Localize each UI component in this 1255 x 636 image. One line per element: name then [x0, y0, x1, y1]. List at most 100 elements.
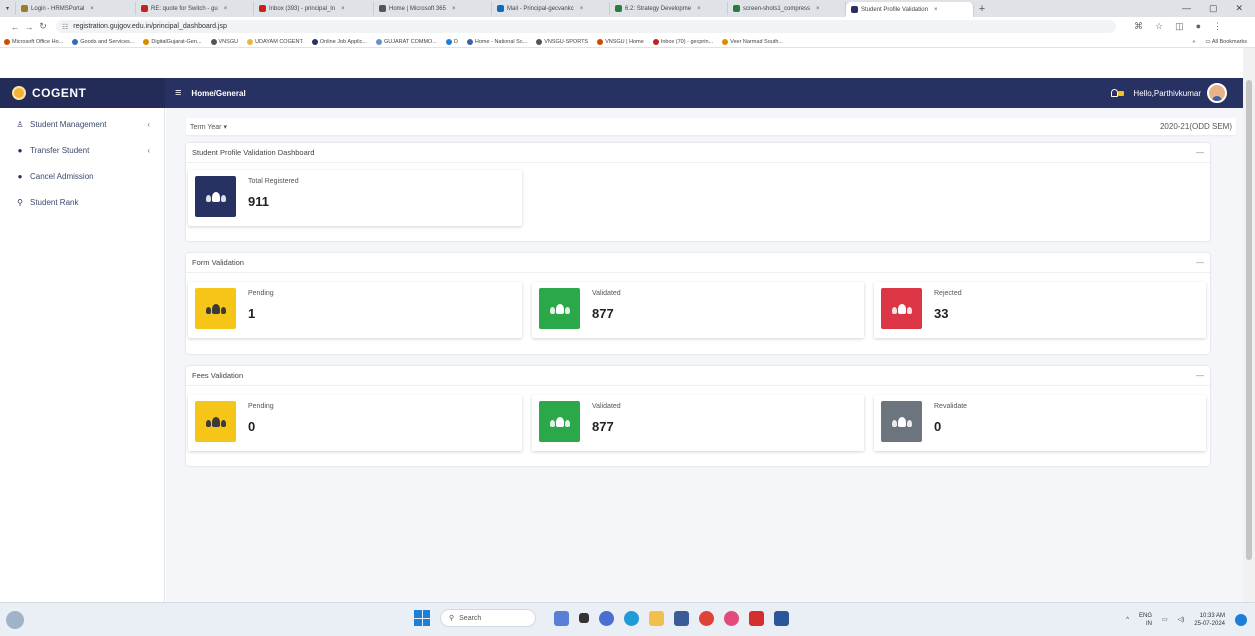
stat-value: 877: [592, 306, 614, 321]
search-icon: ⚲: [449, 615, 455, 622]
copilot-icon[interactable]: [554, 610, 569, 626]
volume-icon[interactable]: ◁): [1178, 616, 1185, 623]
address-bar[interactable]: ☷ registration.gujgov.edu.in/principal_d…: [56, 20, 1116, 33]
browser-tab[interactable]: screen-shots1_compress ×: [728, 2, 847, 15]
chat-icon[interactable]: [599, 610, 614, 626]
bookmark-item[interactable]: Goods and Services...: [72, 38, 134, 45]
edge-icon[interactable]: [624, 610, 639, 626]
sidebar: ♙ Student Management ‹ ● Transfer Studen…: [0, 108, 165, 602]
close-icon[interactable]: ×: [452, 6, 456, 12]
user-greeting[interactable]: Hello,Parthivkumar: [1133, 89, 1201, 98]
bookmark-item[interactable]: Veer Narmad South...: [722, 38, 783, 45]
hamburger-menu-icon[interactable]: ≡: [175, 87, 181, 99]
more-bookmarks-icon[interactable]: »: [1192, 39, 1195, 45]
browser-tab[interactable]: Login - HRMSPortal ×: [16, 2, 137, 15]
new-tab-icon[interactable]: +: [974, 3, 990, 15]
minimize-icon[interactable]: —: [1182, 3, 1191, 14]
reload-icon[interactable]: ↻: [36, 21, 50, 32]
notification-center-icon[interactable]: [1235, 613, 1247, 626]
network-icon[interactable]: ▭: [1162, 616, 1168, 623]
bookmark-item[interactable]: VNSGU: [210, 38, 238, 45]
sidebar-item-transfer-student[interactable]: ● Transfer Student ‹: [0, 137, 164, 163]
tab-favicon: [259, 5, 267, 12]
browser-tab[interactable]: Mail - Principal-gecvankc ×: [492, 2, 611, 15]
users-icon: [195, 176, 236, 217]
stat-box-form-rejected: Rejected 33: [874, 282, 1206, 338]
browser-menu-icon[interactable]: ▾: [0, 2, 17, 15]
weather-widget-icon[interactable]: [6, 610, 24, 629]
browser-tab[interactable]: RE: quote for Switch - gu ×: [136, 2, 255, 15]
brand[interactable]: COGENT: [0, 78, 165, 108]
close-icon[interactable]: ×: [934, 7, 938, 13]
bookmark-item[interactable]: VNSGU | Home: [597, 38, 644, 45]
language-indicator[interactable]: ENG IN: [1139, 612, 1152, 628]
bookmark-item[interactable]: D: [445, 38, 458, 45]
kebab-menu-icon[interactable]: ⋮: [1213, 21, 1222, 32]
close-icon[interactable]: ×: [580, 6, 584, 12]
collapse-icon[interactable]: —: [1196, 148, 1204, 157]
collapse-icon[interactable]: —: [1196, 371, 1204, 380]
taskbar-search[interactable]: ⚲ Search: [440, 609, 536, 627]
windows-start-icon[interactable]: [414, 610, 430, 626]
bookmark-item[interactable]: VNSGU-SPORTS: [536, 38, 588, 45]
bookmark-star-icon[interactable]: ☆: [1155, 21, 1163, 32]
close-window-icon[interactable]: ✕: [1235, 3, 1243, 14]
bookmark-item[interactable]: Inbox (70) - gecprin...: [652, 38, 713, 45]
word-icon[interactable]: [774, 610, 789, 626]
collapse-icon[interactable]: —: [1196, 258, 1204, 267]
translate-icon[interactable]: ⌘: [1134, 21, 1143, 32]
browser-tab-active[interactable]: Student Profile Validation ×: [846, 2, 975, 17]
bookmark-item[interactable]: UDAYAM COGENT: [247, 38, 303, 45]
bookmark-favicon: [4, 38, 10, 45]
close-icon[interactable]: ×: [816, 6, 820, 12]
sidebar-item-student-management[interactable]: ♙ Student Management ‹: [0, 111, 164, 137]
dashboard-card: Student Profile Validation Dashboard — T…: [186, 143, 1210, 241]
app-icon[interactable]: [724, 610, 739, 626]
bookmark-favicon: [375, 38, 382, 45]
bookmarks-bar: Microsoft Office Ho... Goods and Service…: [0, 36, 1255, 48]
term-year-dropdown[interactable]: Term Year ▾: [190, 123, 227, 131]
notification-bell-icon[interactable]: [1111, 88, 1125, 98]
form-validation-card: Form Validation — Pending 1 Validated 87…: [186, 253, 1210, 354]
bookmark-item[interactable]: DigitalGujarat-Gen...: [143, 38, 202, 45]
bookmark-item[interactable]: Microsoft Office Ho...: [4, 38, 63, 45]
clock[interactable]: 10:33 AM 25-07-2024: [1194, 612, 1225, 628]
bookmark-favicon: [652, 38, 659, 45]
file-explorer-icon[interactable]: [649, 610, 664, 626]
bookmark-item[interactable]: GUJARAT COMMO...: [375, 38, 437, 45]
close-icon[interactable]: ×: [341, 6, 345, 12]
chevron-up-icon[interactable]: ^: [1126, 617, 1129, 623]
bookmark-favicon: [445, 38, 452, 45]
bookmark-favicon: [597, 38, 604, 45]
site-info-icon[interactable]: ☷: [62, 23, 68, 31]
maximize-icon[interactable]: ▢: [1209, 3, 1218, 14]
bookmark-item[interactable]: Online Job Applic...: [311, 38, 367, 45]
scrollbar-thumb[interactable]: [1246, 80, 1252, 560]
close-icon[interactable]: ×: [90, 6, 94, 12]
close-icon[interactable]: ×: [697, 6, 701, 12]
url-text: registration.gujgov.edu.in/principal_das…: [73, 23, 227, 30]
sidebar-item-cancel-admission[interactable]: ● Cancel Admission: [0, 163, 164, 189]
task-view-icon[interactable]: [579, 613, 589, 623]
chevron-left-icon: ‹: [147, 119, 150, 129]
extensions-icon[interactable]: ◫: [1175, 21, 1184, 32]
browser-tab[interactable]: Home | Microsoft 365 ×: [374, 2, 493, 15]
browser-tab[interactable]: 6.2: Strategy Developme ×: [610, 2, 729, 15]
all-bookmarks[interactable]: ▭ All Bookmarks: [1205, 39, 1247, 45]
breadcrumb[interactable]: Home/General: [191, 89, 245, 98]
close-icon[interactable]: ×: [224, 6, 228, 12]
back-icon[interactable]: ←: [8, 22, 22, 32]
tab-favicon: [379, 5, 387, 12]
avatar[interactable]: [1207, 83, 1227, 103]
bookmark-item[interactable]: Home - National Sc...: [466, 38, 527, 45]
sidebar-item-student-rank[interactable]: ⚲ Student Rank: [0, 189, 164, 215]
chrome-icon[interactable]: [699, 610, 714, 626]
app-icon[interactable]: [749, 610, 764, 626]
search-icon: ⚲: [17, 197, 23, 207]
users-icon: [195, 401, 236, 442]
profile-icon[interactable]: ●: [1196, 21, 1201, 32]
browser-tab[interactable]: Inbox (393) - principal_ln ×: [254, 2, 375, 15]
store-icon[interactable]: [674, 610, 689, 626]
tab-favicon: [497, 5, 505, 12]
forward-icon[interactable]: →: [22, 22, 36, 32]
